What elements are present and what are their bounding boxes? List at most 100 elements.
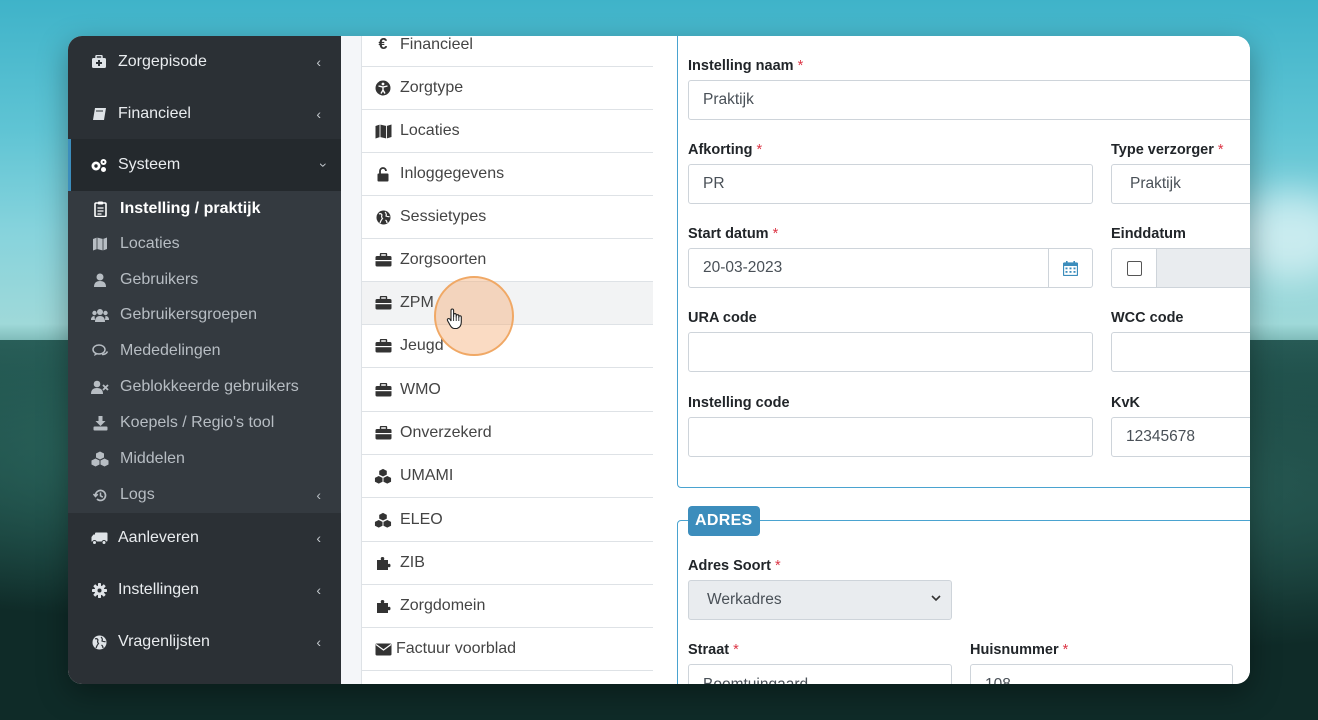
sidebar-item-label: Systeem <box>118 156 181 173</box>
chevron-left-icon: ‹ <box>316 106 321 122</box>
ura-code-label: URA code <box>688 310 757 326</box>
chevron-left-icon: ‹ <box>316 54 321 70</box>
menu-item-label: Onverzekerd <box>400 424 492 441</box>
type-verzorger-select[interactable]: Praktijk <box>1111 164 1250 204</box>
sidebar-item-zorgepisode[interactable]: Zorgepisode ‹ <box>68 36 341 88</box>
instelling-naam-input[interactable]: Praktijk <box>688 80 1250 120</box>
adres-soort-label: Adres Soort * <box>688 558 781 574</box>
sidebar-item-instellingen[interactable]: Instellingen ‹ <box>68 564 341 616</box>
sidebar-subitem-mededelingen[interactable]: Mededelingen <box>68 333 341 369</box>
book-icon <box>90 107 108 121</box>
menu-item-label: Locaties <box>400 122 460 139</box>
map-icon <box>374 124 392 139</box>
menu-item-label: ELEO <box>400 511 443 528</box>
straat-label: Straat * <box>688 642 739 658</box>
settings-menu-column: € Financieel Zorgtype Locaties Inloggege… <box>341 36 655 684</box>
chevron-down-icon <box>931 595 941 602</box>
straat-input[interactable]: Boomtuingaard <box>688 664 952 684</box>
sidebar-submenu: Instelling / praktijk Locaties Gebruiker… <box>68 191 341 513</box>
start-datum-label: Start datum * <box>688 226 779 242</box>
sidebar-subitem-locaties[interactable]: Locaties <box>68 226 341 262</box>
menu-item-factuur-voorblad[interactable]: Factuur voorblad <box>362 628 654 671</box>
cubes-icon <box>374 512 392 529</box>
app-window: Zorgepisode ‹ Financieel ‹ Systeem ‹ Ins… <box>68 36 1250 684</box>
sidebar-subitem-label: Logs <box>120 486 155 503</box>
sidebar-subitem-label: Instelling / praktijk <box>120 200 261 217</box>
sidebar: Zorgepisode ‹ Financieel ‹ Systeem ‹ Ins… <box>68 36 344 684</box>
sidebar-item-vragenlijsten[interactable]: Vragenlijsten ‹ <box>68 616 341 668</box>
huisnummer-input[interactable]: 108 <box>970 664 1233 684</box>
sidebar-subitem-label: Mededelingen <box>120 342 221 359</box>
comments-icon <box>91 344 109 358</box>
universal-access-icon <box>374 80 392 96</box>
cubes-icon <box>374 468 392 485</box>
envelope-icon <box>374 643 392 656</box>
sidebar-subitem-logs[interactable]: Logs ‹ <box>68 477 341 513</box>
sidebar-subitem-gebruikersgroepen[interactable]: Gebruikersgroepen <box>68 297 341 333</box>
menu-item-label: Factuur voorblad <box>396 640 517 657</box>
sidebar-item-financieel[interactable]: Financieel ‹ <box>68 88 341 140</box>
menu-item-zorgsoorten[interactable]: Zorgsoorten <box>362 239 654 282</box>
sidebar-subitem-gebruikers[interactable]: Gebruikers <box>68 262 341 298</box>
gear-icon <box>90 582 108 598</box>
calendar-button[interactable] <box>1048 248 1093 288</box>
sidebar-subitem-instelling[interactable]: Instelling / praktijk <box>68 191 341 227</box>
sidebar-subitem-label: Locaties <box>120 235 180 252</box>
menu-item-umami[interactable]: UMAMI <box>362 455 654 498</box>
adres-legend: ADRES <box>688 506 760 536</box>
instelling-code-input[interactable] <box>688 417 1093 457</box>
menu-item-locaties[interactable]: Locaties <box>362 110 654 153</box>
menu-item-financieel[interactable]: € Financieel <box>362 36 654 67</box>
menu-item-label: Jeugd <box>400 337 444 354</box>
sidebar-item-systeem[interactable]: Systeem ‹ <box>68 139 344 191</box>
user-times-icon <box>91 380 109 394</box>
instelling-naam-label: Instelling naam * <box>688 58 804 74</box>
chevron-left-icon: ‹ <box>316 582 321 598</box>
calendar-icon <box>1063 260 1078 276</box>
einddatum-checkbox-addon[interactable] <box>1111 248 1157 288</box>
kvk-input[interactable]: 12345678 <box>1111 417 1250 457</box>
wcc-code-label: WCC code <box>1111 310 1184 326</box>
menu-item-label: Inloggegevens <box>400 165 505 182</box>
sidebar-subitem-geblokkeerde[interactable]: Geblokkeerde gebruikers <box>68 369 341 405</box>
afkorting-input[interactable]: PR <box>688 164 1093 204</box>
start-datum-input[interactable]: 20-03-2023 <box>688 248 1049 288</box>
puzzle-icon <box>374 556 392 571</box>
globe-icon <box>90 635 108 650</box>
hand-cursor-icon <box>446 308 462 330</box>
cubes-icon <box>91 451 109 467</box>
menu-item-sessietypes[interactable]: Sessietypes <box>362 196 654 239</box>
instelling-code-label: Instelling code <box>688 395 790 411</box>
menu-item-zib[interactable]: ZIB <box>362 542 654 585</box>
einddatum-input <box>1156 248 1250 288</box>
unlock-icon <box>374 166 392 182</box>
menu-item-label: Zorgdomein <box>400 597 486 614</box>
map-icon <box>91 237 109 251</box>
ura-code-input[interactable] <box>688 332 1093 372</box>
menu-item-label: Sessietypes <box>400 208 487 225</box>
sidebar-subitem-label: Geblokkeerde gebruikers <box>120 378 299 395</box>
briefcase-icon <box>374 383 392 397</box>
briefcase-icon <box>374 296 392 310</box>
history-icon <box>91 488 109 503</box>
menu-item-label: ZIB <box>400 554 425 571</box>
sidebar-item-label: Aanleveren <box>118 529 199 546</box>
chevron-left-icon: ‹ <box>316 530 321 546</box>
menu-item-eleo[interactable]: ELEO <box>362 499 654 542</box>
menu-item-zorgtype[interactable]: Zorgtype <box>362 67 654 110</box>
adres-soort-select[interactable]: Werkadres <box>688 580 952 620</box>
menu-item-inloggegevens[interactable]: Inloggegevens <box>362 153 654 196</box>
type-verzorger-label: Type verzorger * <box>1111 142 1224 158</box>
sidebar-item-label: Vragenlijsten <box>118 633 210 650</box>
einddatum-checkbox[interactable] <box>1126 260 1142 276</box>
huisnummer-label: Huisnummer * <box>970 642 1069 658</box>
sidebar-item-aanleveren[interactable]: Aanleveren ‹ <box>68 512 341 564</box>
sidebar-subitem-middelen[interactable]: Middelen <box>68 441 341 477</box>
users-icon <box>91 308 109 322</box>
wcc-code-input[interactable] <box>1111 332 1250 372</box>
menu-item-onverzekerd[interactable]: Onverzekerd <box>362 412 654 455</box>
sidebar-item-label: Financieel <box>118 105 191 122</box>
menu-item-wmo[interactable]: WMO <box>362 369 654 412</box>
menu-item-zorgdomein[interactable]: Zorgdomein <box>362 585 654 628</box>
sidebar-subitem-koepels[interactable]: Koepels / Regio's tool <box>68 405 341 441</box>
